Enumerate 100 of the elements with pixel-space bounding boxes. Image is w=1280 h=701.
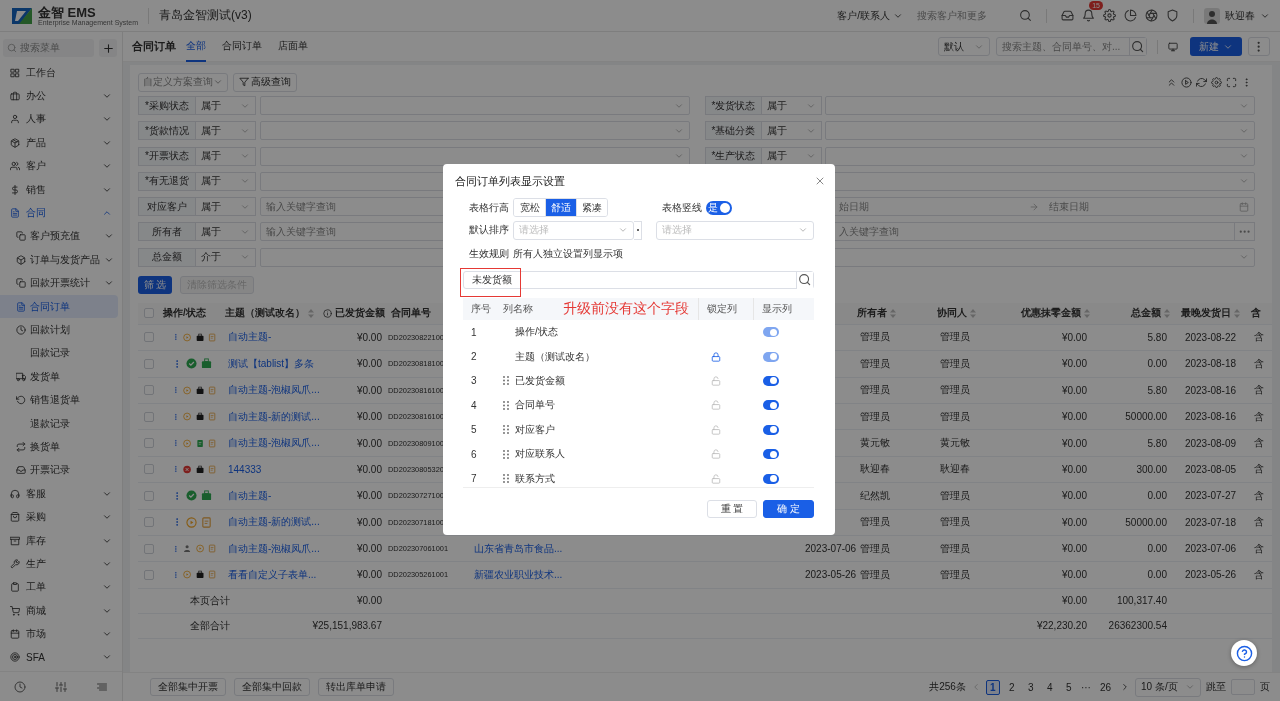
sidebar-item[interactable]: 库存 bbox=[0, 528, 122, 553]
table-cell: 2023-07-18 bbox=[1184, 516, 1237, 528]
tab[interactable]: 合同订单 bbox=[222, 31, 262, 62]
column-header[interactable]: 操作/状态 bbox=[160, 306, 222, 321]
sidebar-item[interactable]: 产品 bbox=[0, 131, 122, 155]
table-cell: ¥0.00 bbox=[1061, 543, 1087, 555]
new-button[interactable]: 新建 bbox=[1190, 37, 1242, 56]
action-button[interactable]: 全部集中开票 bbox=[150, 678, 226, 696]
operator-select[interactable]: 属于 bbox=[762, 96, 822, 115]
sidebar-item[interactable]: 客户预充值 bbox=[0, 224, 118, 249]
company-name: 青岛金智测试(v3) bbox=[159, 7, 252, 24]
operator-select[interactable]: 属于 bbox=[196, 197, 256, 217]
table-cell: 管理员 bbox=[860, 568, 890, 582]
column-header[interactable]: 所有者 bbox=[854, 306, 934, 321]
column-header[interactable]: 协同人 bbox=[934, 306, 1011, 321]
sidebar-item[interactable]: 生产 bbox=[0, 552, 122, 576]
table-link[interactable]: 自动主题- bbox=[228, 488, 272, 503]
field-label: 默认排序 bbox=[469, 223, 510, 237]
action-button[interactable]: 转出库单申请 bbox=[318, 678, 394, 696]
sidebar-item[interactable]: 办公 bbox=[0, 84, 122, 108]
table-link[interactable]: 山东省青岛市食品... bbox=[474, 541, 563, 556]
column-header[interactable]: 已发货金额 bbox=[320, 306, 388, 321]
filter-button[interactable]: 筛 选 bbox=[138, 275, 172, 294]
table-link[interactable]: 自动主题-新的测试... bbox=[228, 409, 320, 424]
table-cell: 纪然凯 bbox=[860, 488, 890, 503]
action-button[interactable]: 全部集中回款 bbox=[234, 678, 310, 696]
row-height-option[interactable]: 舒适 bbox=[545, 199, 576, 216]
operator-select[interactable]: 属于 bbox=[196, 121, 256, 141]
filter-label: *基础分类 bbox=[705, 121, 762, 141]
tab[interactable]: 全部 bbox=[186, 31, 206, 62]
column-search-field[interactable]: 未发货额 bbox=[463, 271, 814, 289]
operator-select[interactable]: 属于 bbox=[762, 121, 822, 141]
table-cell: 2023-05-26 bbox=[1184, 569, 1237, 581]
toggle-switch[interactable]: 是 bbox=[706, 200, 732, 215]
table-cell: 2023-08-16 bbox=[1184, 384, 1237, 396]
operator-select[interactable]: 属于 bbox=[196, 146, 256, 166]
table-cell: 管理员 bbox=[940, 488, 970, 503]
table-link[interactable]: 看看自定义子表单... bbox=[228, 568, 317, 582]
reset-button[interactable]: 重 置 bbox=[707, 499, 757, 518]
view-select[interactable]: 默认 bbox=[938, 37, 990, 56]
operator-select[interactable]: 属于 bbox=[196, 171, 256, 191]
operator-select[interactable]: 介于 bbox=[196, 247, 256, 267]
table-cell: ¥0.00 bbox=[1061, 490, 1087, 502]
row-height-option[interactable]: 紧凑 bbox=[576, 199, 607, 216]
search-field[interactable]: 搜索客户和更多 bbox=[915, 9, 1015, 22]
sidebar-item[interactable]: 客户 bbox=[0, 154, 122, 178]
sidebar-item[interactable]: 回款开票统计 bbox=[0, 271, 118, 295]
table-link[interactable]: 144333 bbox=[228, 463, 262, 475]
table-link[interactable]: 自动主题-泡椒凤爪... bbox=[228, 541, 320, 556]
dialog-title: 合同订单列表显示设置 bbox=[455, 173, 565, 189]
tab[interactable]: 店面单 bbox=[278, 31, 308, 62]
sidebar-item[interactable]: 工单 bbox=[0, 575, 122, 599]
column-header[interactable]: 最晚发货日 bbox=[1173, 306, 1248, 321]
sidebar-item[interactable]: 发货单 bbox=[0, 365, 118, 389]
table-link[interactable]: 自动主题-新的测试... bbox=[228, 515, 320, 530]
table-cell: 0.00 bbox=[1147, 569, 1167, 581]
table-cell: 管理员 bbox=[940, 383, 970, 398]
table-cell: 含 bbox=[1254, 409, 1264, 424]
sidebar-item[interactable]: SFA bbox=[0, 645, 122, 670]
table-cell: 含 bbox=[1254, 515, 1264, 530]
sidebar-item[interactable]: 商城 bbox=[0, 599, 122, 623]
table-link[interactable]: 自动主题-泡椒凤爪... bbox=[228, 436, 320, 451]
advanced-search-button[interactable]: 高级查询 bbox=[233, 72, 297, 92]
sidebar-item[interactable]: 客服 bbox=[0, 482, 122, 506]
sidebar-item[interactable]: 回款计划 bbox=[0, 318, 118, 342]
column-header: 锁定列 bbox=[707, 302, 737, 316]
sidebar-item[interactable]: 销售 bbox=[0, 177, 122, 202]
table-cell: ¥0.00 bbox=[1061, 411, 1087, 423]
sidebar-item[interactable]: 合同订单 bbox=[0, 294, 118, 319]
sidebar-item[interactable]: 销售退货单 bbox=[0, 388, 118, 412]
sidebar-item[interactable]: 开票记录 bbox=[0, 458, 118, 483]
sidebar-item[interactable]: 采购 bbox=[0, 505, 122, 529]
sidebar-item[interactable]: 合同 bbox=[0, 201, 122, 225]
sidebar-item[interactable]: 退款记录 bbox=[0, 411, 118, 436]
operator-select[interactable]: 属于 bbox=[196, 96, 256, 115]
column-header[interactable]: 含 bbox=[1248, 306, 1272, 321]
table-cell: 5.80 bbox=[1147, 331, 1167, 343]
sidebar-item[interactable]: 换货单 bbox=[0, 435, 118, 459]
table-link[interactable]: 新疆农业职业技术... bbox=[474, 568, 563, 582]
page-button[interactable]: 1 bbox=[985, 679, 1000, 695]
table-cell: 2023-07-06 bbox=[1184, 543, 1237, 555]
confirm-button[interactable]: 确 定 bbox=[763, 499, 814, 518]
sidebar-item[interactable]: 人事 bbox=[0, 107, 122, 132]
sidebar-item[interactable]: 订单与发货产品 bbox=[0, 248, 118, 272]
table-cell: 0.00 bbox=[1147, 358, 1167, 370]
page-size-select[interactable]: 10 条/页 bbox=[1135, 677, 1201, 697]
scope-select[interactable]: 客户/联系人 bbox=[837, 8, 903, 23]
filter-label: *有无退货 bbox=[138, 171, 196, 191]
column-header[interactable]: 总金额 bbox=[1093, 306, 1173, 321]
table-link[interactable]: 自动主题- bbox=[228, 330, 272, 345]
table-link[interactable]: 测试【tablist】多条 bbox=[228, 356, 315, 371]
column-header[interactable]: 主题（测试改名） bbox=[222, 306, 320, 321]
sidebar-item[interactable]: 回款记录 bbox=[0, 341, 118, 366]
sidebar-item[interactable]: 市场 bbox=[0, 622, 122, 646]
operator-select[interactable]: 属于 bbox=[196, 222, 256, 242]
table-cell: 2023-08-16 bbox=[1184, 411, 1237, 423]
table-link[interactable]: 自动主题-泡椒凤爪... bbox=[228, 383, 320, 398]
column-header[interactable]: 优惠抹零金额 bbox=[1011, 306, 1093, 321]
sidebar-item[interactable]: 工作台 bbox=[0, 61, 122, 85]
table-cell: 含 bbox=[1254, 436, 1264, 451]
